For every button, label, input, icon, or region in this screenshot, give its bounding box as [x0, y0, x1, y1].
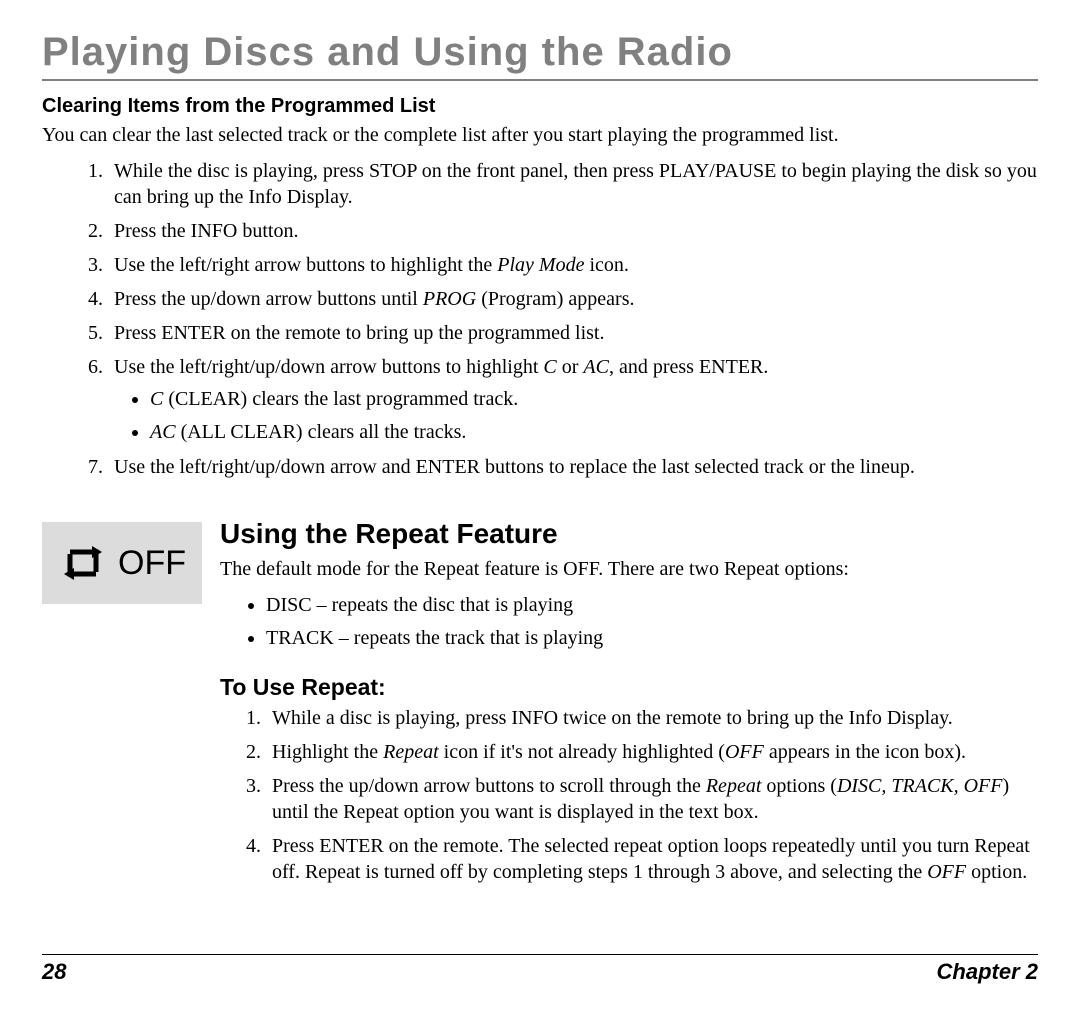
repeat-icon — [58, 538, 108, 588]
list-item: While a disc is playing, press INFO twic… — [266, 705, 1038, 731]
clearing-steps: While the disc is playing, press STOP on… — [42, 158, 1038, 480]
list-item: Use the left/right arrow buttons to high… — [108, 252, 1038, 278]
to-use-repeat-heading: To Use Repeat: — [220, 674, 1038, 701]
page-footer: 28 Chapter 2 — [42, 954, 1038, 985]
list-item: Press the INFO button. — [108, 218, 1038, 244]
list-item: Press ENTER on the remote. The selected … — [266, 833, 1038, 885]
clearing-intro: You can clear the last selected track or… — [42, 122, 1038, 148]
page-number: 28 — [42, 959, 66, 985]
list-item: Press the up/down arrow buttons until PR… — [108, 286, 1038, 312]
list-item: DISC – repeats the disc that is playing — [266, 592, 1038, 619]
clearing-substeps: C (CLEAR) clears the last programmed tra… — [114, 386, 1038, 446]
repeat-off-label: OFF — [118, 544, 186, 583]
list-item: AC (ALL CLEAR) clears all the tracks. — [150, 419, 1038, 446]
repeat-off-icon-box: OFF — [42, 522, 202, 604]
list-item: Press ENTER on the remote to bring up th… — [108, 320, 1038, 346]
repeat-options: DISC – repeats the disc that is playing … — [220, 592, 1038, 652]
list-item: Use the left/right/up/down arrow and ENT… — [108, 454, 1038, 480]
list-item: Press the up/down arrow buttons to scrol… — [266, 773, 1038, 825]
repeat-heading: Using the Repeat Feature — [220, 518, 1038, 550]
list-item: Use the left/right/up/down arrow buttons… — [108, 354, 1038, 446]
repeat-intro: The default mode for the Repeat feature … — [220, 556, 1038, 582]
page-title: Playing Discs and Using the Radio — [42, 30, 1038, 81]
list-item: Highlight the Repeat icon if it's not al… — [266, 739, 1038, 765]
clearing-heading: Clearing Items from the Programmed List — [42, 95, 1038, 118]
to-use-repeat-steps: While a disc is playing, press INFO twic… — [220, 705, 1038, 885]
list-item: TRACK – repeats the track that is playin… — [266, 625, 1038, 652]
list-item: C (CLEAR) clears the last programmed tra… — [150, 386, 1038, 413]
list-item: While the disc is playing, press STOP on… — [108, 158, 1038, 210]
chapter-label: Chapter 2 — [937, 959, 1038, 985]
